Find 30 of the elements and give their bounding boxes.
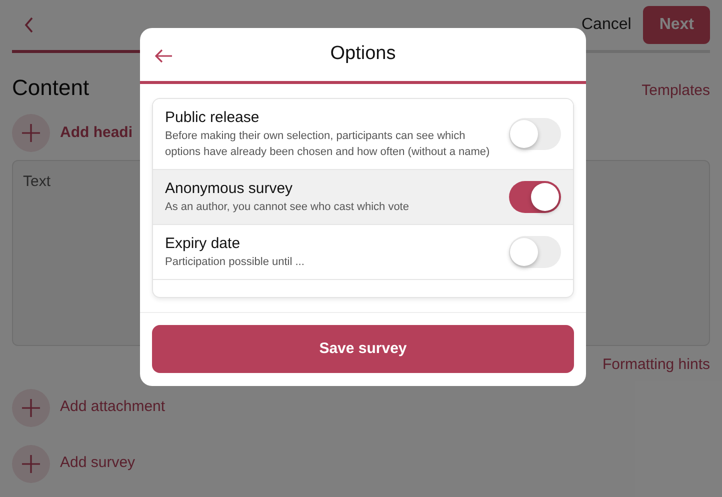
add-button[interactable] — [12, 444, 50, 482]
option-title: Anonymous survey — [165, 179, 294, 199]
option-description: Participation possible until ... — [165, 255, 306, 270]
toggle-switch[interactable] — [509, 236, 561, 268]
plus-icon — [21, 398, 41, 418]
option-row[interactable]: Anonymous survey As an author, you cannot see who cast which vote — [153, 170, 573, 225]
plus-icon — [21, 123, 41, 143]
toggle-switch[interactable] — [509, 181, 561, 213]
formatting-hints-link[interactable]: Formatting hints — [602, 354, 710, 376]
add-button[interactable] — [12, 114, 50, 152]
option-row[interactable]: Expiry date Participation possible until ... — [153, 225, 573, 280]
back-chevron-icon[interactable] — [24, 17, 34, 33]
add-action-link[interactable]: Add attachment — [60, 396, 166, 419]
add-action-link[interactable]: Add survey — [60, 452, 136, 475]
toggle-switch[interactable] — [509, 118, 561, 150]
option-description: As an author, you cannot see who cast which vote — [165, 200, 410, 215]
option-row[interactable]: Public release Before making their own selection, participants can see which options have already been chosen and how often (without a name) — [153, 99, 573, 170]
section-heading: Content — [12, 74, 90, 102]
back-arrow-icon[interactable] — [155, 49, 173, 63]
plus-icon — [21, 454, 41, 474]
cancel-button[interactable]: Cancel — [582, 13, 632, 37]
add-button[interactable] — [12, 388, 50, 426]
option-description: Before making their own selection, participants can see which options have already been chosen and how often (without a name) — [165, 129, 491, 160]
next-button[interactable]: Next — [643, 6, 710, 44]
option-title: Public release — [165, 108, 260, 128]
add-heading-link[interactable]: Add headi — [60, 122, 133, 144]
templates-link[interactable]: Templates — [642, 80, 710, 104]
option-title: Expiry date — [165, 234, 242, 254]
dialog-title: Options — [330, 42, 396, 66]
save-survey-button[interactable]: Save survey — [152, 325, 574, 373]
